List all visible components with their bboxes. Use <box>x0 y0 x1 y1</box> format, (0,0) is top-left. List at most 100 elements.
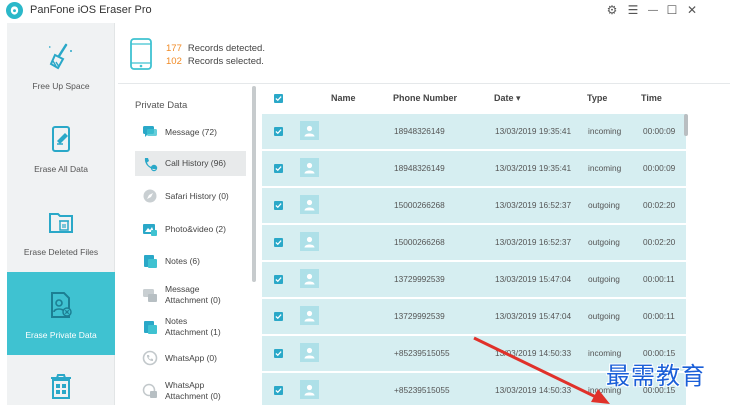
category-label: Safari History (0) <box>165 190 229 201</box>
category-icon <box>141 350 158 367</box>
detected-label: Records detected. <box>187 43 265 54</box>
detected-count: 177 <box>166 43 182 54</box>
column-type[interactable]: Type <box>587 93 607 103</box>
menu-icon[interactable]: ☰ <box>625 2 641 18</box>
sidebar-item-trash[interactable] <box>7 355 115 405</box>
contact-avatar-icon <box>300 195 319 214</box>
cell-date: 13/03/2019 15:47:04 <box>495 311 572 321</box>
cell-phone: 13729992539 <box>394 274 445 284</box>
category-item[interactable]: Message (72) <box>135 122 246 142</box>
cell-phone: +85239515055 <box>394 348 450 358</box>
column-name[interactable]: Name <box>331 93 356 103</box>
category-icon <box>141 253 158 270</box>
category-label: WhatsApp (0) <box>165 352 217 363</box>
column-time[interactable]: Time <box>641 93 662 103</box>
category-icon <box>141 124 158 141</box>
category-label: Notes Attachment (1) <box>165 316 221 337</box>
table-row[interactable]: 13729992539 13/03/2019 15:47:04 outgoing 00… <box>262 299 686 334</box>
contact-avatar-icon <box>300 269 319 288</box>
cell-phone: +85239515055 <box>394 385 450 395</box>
table-scrollbar[interactable] <box>684 114 688 136</box>
cell-date: 13/03/2019 19:35:41 <box>495 163 572 173</box>
row-checkbox[interactable] <box>274 275 283 284</box>
table-row[interactable]: 15000266268 13/03/2019 16:52:37 outgoing 00… <box>262 188 686 223</box>
sidebar-item-free-up-space[interactable]: Free Up Space <box>7 23 115 106</box>
category-item[interactable]: Safari History (0) <box>135 186 246 206</box>
sidebar-item-label: Erase All Data <box>34 164 88 174</box>
table-row[interactable]: 18948326149 13/03/2019 19:35:41 incoming 00… <box>262 151 686 186</box>
row-checkbox[interactable] <box>274 164 283 173</box>
table-row[interactable]: 18948326149 13/03/2019 19:35:41 incoming 00… <box>262 114 686 149</box>
row-checkbox[interactable] <box>274 312 283 321</box>
cell-time: 00:00:11 <box>643 311 675 321</box>
category-item[interactable]: WhatsApp Attachment (0) <box>135 377 246 405</box>
category-item[interactable]: WhatsApp (0) <box>135 346 246 370</box>
table-row[interactable]: 15000266268 13/03/2019 16:52:37 outgoing 00… <box>262 225 686 260</box>
category-label: Call History (96) <box>165 158 226 168</box>
cell-date: 13/03/2019 16:52:37 <box>495 200 572 210</box>
row-checkbox[interactable] <box>274 349 283 358</box>
table-header: Name Phone Number Date ▾ Type Time <box>262 84 686 113</box>
app-logo-icon <box>6 2 23 19</box>
title-bar: PanFone iOS Eraser Pro ⚙ ☰ — ☐ ✕ <box>0 0 731 22</box>
category-label: Notes (6) <box>165 255 200 266</box>
records-selected: 102 Records selected. <box>166 56 264 67</box>
category-item[interactable]: Call History (96) <box>135 151 246 176</box>
cell-date: 13/03/2019 15:47:04 <box>495 274 572 284</box>
category-label: WhatsApp Attachment (0) <box>165 380 221 401</box>
close-button[interactable]: ✕ <box>684 2 700 18</box>
category-icon <box>141 188 158 205</box>
category-item[interactable]: Notes (6) <box>135 251 246 271</box>
row-checkbox[interactable] <box>274 127 283 136</box>
records-detected: 177 Records detected. <box>166 43 265 54</box>
phone-device-icon <box>130 38 152 70</box>
trash-icon <box>44 371 78 401</box>
cell-type: outgoing <box>588 311 620 321</box>
cell-type: outgoing <box>588 200 620 210</box>
app-window: PanFone iOS Eraser Pro ⚙ ☰ — ☐ ✕ Free Up… <box>0 0 731 405</box>
category-scrollbar[interactable] <box>252 86 256 282</box>
table-row[interactable]: 13729992539 13/03/2019 15:47:04 outgoing 00… <box>262 262 686 297</box>
sidebar-item-erase-deleted-files[interactable]: Erase Deleted Files <box>7 189 115 272</box>
select-all-checkbox[interactable] <box>274 94 283 103</box>
cell-type: incoming <box>588 163 622 173</box>
maximize-button[interactable]: ☐ <box>664 2 680 18</box>
category-title: Private Data <box>135 100 188 111</box>
category-label: Photo&video (2) <box>165 223 226 234</box>
sidebar-item-erase-all-data[interactable]: Erase All Data <box>7 106 115 189</box>
contact-avatar-icon <box>300 306 319 325</box>
cell-time: 00:00:09 <box>643 126 676 136</box>
cell-phone: 18948326149 <box>394 163 445 173</box>
category-item[interactable]: Notes Attachment (1) <box>135 313 246 341</box>
sidebar: Free Up Space Erase All Data Erase Delet… <box>7 23 115 405</box>
category-item[interactable]: Photo&video (2) <box>135 219 246 239</box>
cell-date: 13/03/2019 14:50:33 <box>495 348 572 358</box>
contact-avatar-icon <box>300 158 319 177</box>
sidebar-item-label: Erase Private Data <box>25 330 97 340</box>
private-data-icon <box>44 288 78 322</box>
cell-time: 00:00:11 <box>643 274 675 284</box>
contact-avatar-icon <box>300 343 319 362</box>
settings-gear-icon[interactable]: ⚙ <box>604 2 620 18</box>
column-phone[interactable]: Phone Number <box>393 93 457 103</box>
app-title: PanFone iOS Eraser Pro <box>30 4 152 16</box>
erase-phone-icon <box>44 122 78 156</box>
cell-phone: 13729992539 <box>394 311 445 321</box>
cell-phone: 18948326149 <box>394 126 445 136</box>
row-checkbox[interactable] <box>274 386 283 395</box>
watermark: 最需教育 <box>606 362 706 390</box>
contact-avatar-icon <box>300 121 319 140</box>
category-label: Message (72) <box>165 126 217 137</box>
cell-phone: 15000266268 <box>394 200 445 210</box>
sidebar-item-label: Erase Deleted Files <box>23 247 99 257</box>
category-icon <box>141 155 158 172</box>
row-checkbox[interactable] <box>274 201 283 210</box>
cell-date: 13/03/2019 14:50:33 <box>495 385 572 395</box>
broom-icon <box>44 39 78 73</box>
category-item[interactable]: Message Attachment (0) <box>135 281 246 309</box>
minimize-button[interactable]: — <box>645 2 661 18</box>
cell-phone: 15000266268 <box>394 237 445 247</box>
row-checkbox[interactable] <box>274 238 283 247</box>
column-date[interactable]: Date ▾ <box>494 93 521 104</box>
sidebar-item-erase-private-data[interactable]: Erase Private Data <box>7 272 115 355</box>
